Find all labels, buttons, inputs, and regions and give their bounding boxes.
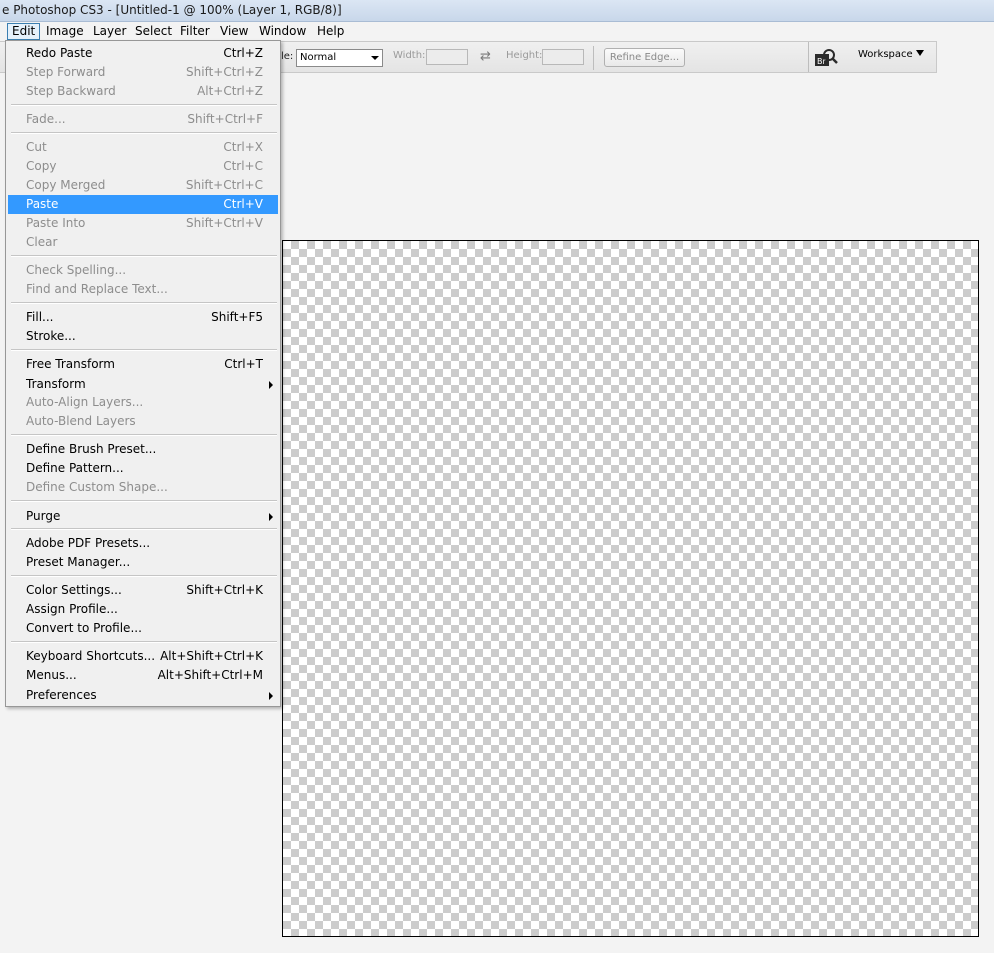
menu-item-fill[interactable]: Fill... Shift+F5	[8, 308, 278, 327]
menu-separator	[11, 132, 277, 134]
menu-image[interactable]: Image	[42, 23, 88, 40]
menu-item-define-pattern[interactable]: Define Pattern...	[8, 459, 278, 478]
menu-window[interactable]: Window	[255, 23, 310, 40]
menu-item-paste-into: Paste Into Shift+Ctrl+V	[26, 216, 263, 230]
workspace-label: Workspace	[858, 49, 913, 60]
submenu-arrow-icon	[269, 692, 273, 700]
menu-separator	[11, 434, 277, 436]
menu-help[interactable]: Help	[313, 23, 348, 40]
menu-item-clear: Clear	[26, 235, 58, 249]
menu-item-assign-profile[interactable]: Assign Profile...	[8, 600, 278, 619]
height-label: Height:	[506, 50, 543, 61]
menu-item-convert-to-profile[interactable]: Convert to Profile...	[8, 619, 278, 638]
menu-item-free-transform[interactable]: Free Transform Ctrl+T	[8, 355, 278, 374]
menu-item-redo-paste[interactable]: Redo Paste Ctrl+Z	[8, 44, 278, 63]
height-field[interactable]	[542, 49, 584, 65]
menu-filter[interactable]: Filter	[176, 23, 214, 40]
menu-item-auto-blend-layers: Auto-Blend Layers	[26, 414, 136, 428]
menu-item-menus[interactable]: Menus... Alt+Shift+Ctrl+M	[8, 666, 278, 685]
document-canvas[interactable]	[282, 240, 979, 937]
menu-separator	[11, 500, 277, 502]
menu-item-cut: Cut Ctrl+X	[26, 140, 263, 154]
menu-item-step-backward: Step Backward Alt+Ctrl+Z	[26, 84, 263, 98]
menu-item-preset-manager[interactable]: Preset Manager...	[8, 553, 278, 572]
menu-select[interactable]: Select	[131, 23, 176, 40]
menu-item-auto-align-layers: Auto-Align Layers...	[26, 395, 144, 409]
triangle-down-icon	[915, 50, 924, 56]
menu-separator	[11, 104, 277, 106]
menu-separator	[11, 528, 277, 530]
menu-separator	[11, 255, 277, 257]
options-divider	[593, 46, 594, 70]
menu-item-fade: Fade... Shift+Ctrl+F	[26, 112, 263, 126]
title-bar: e Photoshop CS3 - [Untitled-1 @ 100% (La…	[0, 0, 994, 22]
menu-item-adobe-pdf-presets[interactable]: Adobe PDF Presets...	[8, 534, 278, 553]
menu-view[interactable]: View	[216, 23, 252, 40]
width-label: Width:	[393, 50, 426, 61]
menu-item-paste[interactable]: Paste Ctrl+V	[8, 195, 278, 214]
refine-edge-button[interactable]: Refine Edge...	[604, 48, 685, 67]
menu-item-transform[interactable]: Transform	[8, 375, 278, 394]
bridge-icon[interactable]: Br	[814, 48, 838, 68]
chevron-down-icon	[371, 56, 379, 60]
swap-arrows-icon[interactable]: ⇄	[480, 49, 491, 64]
menu-item-step-forward: Step Forward Shift+Ctrl+Z	[26, 65, 263, 79]
edit-menu-dropdown: Redo Paste Ctrl+Z Step Forward Shift+Ctrl+…	[5, 40, 281, 707]
menu-separator	[11, 575, 277, 577]
options-divider	[808, 42, 809, 72]
window-title: e Photoshop CS3 - [Untitled-1 @ 100% (La…	[2, 3, 342, 17]
menu-bar: Edit Image Layer Select Filter View Wind…	[0, 22, 994, 41]
menu-item-find-replace: Find and Replace Text...	[26, 282, 168, 296]
menu-item-stroke[interactable]: Stroke...	[8, 327, 278, 346]
menu-item-purge[interactable]: Purge	[8, 507, 278, 526]
menu-edit[interactable]: Edit	[7, 23, 41, 40]
menu-item-preferences[interactable]: Preferences	[8, 686, 278, 705]
submenu-arrow-icon	[269, 513, 273, 521]
workspace-menu[interactable]: Workspace	[858, 49, 924, 60]
menu-layer[interactable]: Layer	[89, 23, 130, 40]
menu-separator	[11, 302, 277, 304]
style-label: le:	[281, 51, 294, 62]
menu-separator	[11, 641, 277, 643]
menu-item-keyboard-shortcuts[interactable]: Keyboard Shortcuts... Alt+Shift+Ctrl+K	[8, 647, 278, 666]
menu-separator	[11, 349, 277, 351]
style-select[interactable]: Normal	[296, 49, 383, 67]
submenu-arrow-icon	[269, 381, 273, 389]
menu-item-check-spelling: Check Spelling...	[26, 263, 127, 277]
menu-item-copy-merged: Copy Merged Shift+Ctrl+C	[26, 178, 263, 192]
menu-item-define-brush-preset[interactable]: Define Brush Preset...	[8, 440, 278, 459]
style-select-value: Normal	[300, 52, 337, 63]
menu-item-color-settings[interactable]: Color Settings... Shift+Ctrl+K	[8, 581, 278, 600]
menu-item-define-custom-shape: Define Custom Shape...	[26, 480, 168, 494]
menu-item-copy: Copy Ctrl+C	[26, 159, 263, 173]
width-field[interactable]	[426, 49, 468, 65]
